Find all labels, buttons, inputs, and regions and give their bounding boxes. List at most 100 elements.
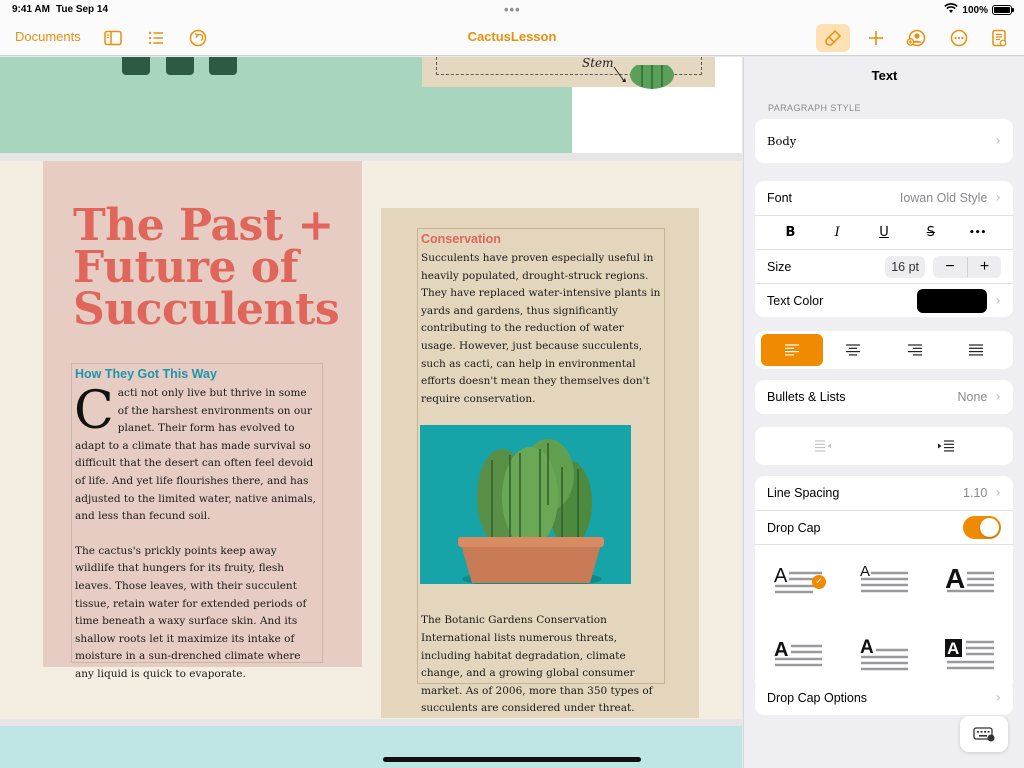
svg-text:A: A [947, 639, 959, 658]
inspector-title: Text [871, 68, 898, 83]
page-previous[interactable]: Stem [0, 57, 742, 153]
add-icon[interactable] [864, 26, 888, 50]
drop-cap-style-icon: A [860, 564, 908, 593]
size-increase-button[interactable]: + [967, 256, 1001, 277]
decrease-indent-button[interactable] [761, 430, 884, 462]
svg-text:A: A [945, 564, 965, 594]
text-color-swatch[interactable] [917, 288, 988, 313]
more-text-options-button[interactable]: ••• [954, 228, 1001, 238]
paragraph-style-card: Body › [755, 119, 1013, 163]
size-decrease-button[interactable]: − [933, 257, 967, 277]
drop-cap-style-icon: A [945, 638, 994, 669]
keyboard-toggle-button[interactable] [960, 716, 1008, 752]
chevron-right-icon: › [995, 485, 1001, 501]
plant-pot-shape [209, 57, 237, 75]
align-center-button[interactable] [823, 334, 885, 366]
drop-cap-style-3[interactable]: A [927, 545, 1013, 618]
cactus-photo[interactable] [420, 425, 631, 585]
bullets-lists-value: None [957, 390, 988, 404]
svg-text:A: A [774, 565, 788, 587]
justify-button[interactable] [946, 334, 1008, 366]
list-icon[interactable] [144, 26, 168, 50]
align-left-button[interactable] [761, 334, 823, 366]
size-value[interactable]: 16 pt [885, 255, 925, 278]
bold-button[interactable]: B [767, 225, 814, 240]
chevron-right-icon: › [995, 133, 1001, 149]
documents-button[interactable]: Documents [15, 29, 81, 44]
multitasking-dots-icon[interactable]: ••• [504, 2, 521, 17]
svg-text:A: A [860, 564, 870, 580]
drop-cap-options-card: Drop Cap Options › [755, 681, 1013, 715]
font-row[interactable]: Font Iowan Old Style › [755, 181, 1013, 215]
sidebar-toggle-icon[interactable] [101, 26, 125, 50]
strikethrough-button[interactable]: S [907, 225, 954, 240]
drop-cap-label: Drop Cap [767, 520, 821, 535]
svg-text:A: A [774, 639, 788, 661]
drop-cap-style-icon: A [774, 639, 822, 666]
keyboard-icon [973, 727, 995, 742]
undo-icon[interactable] [186, 26, 210, 50]
drop-cap-style-1[interactable]: A ✓ [755, 545, 841, 618]
document-setup-icon[interactable] [987, 26, 1011, 50]
status-bar: 9:41 AM Tue Sep 14 ••• 100% [0, 0, 1024, 20]
drop-cap-style-grid: A ✓ A A A A A [755, 544, 1013, 690]
chevron-right-icon: › [995, 292, 1001, 309]
status-time: 9:41 AM [12, 4, 50, 15]
paragraph-style-section-label: PARAGRAPH STYLE [768, 103, 861, 113]
drop-cap-style-icon: A [860, 637, 908, 670]
collaborate-icon[interactable] [904, 26, 928, 50]
text-color-row[interactable]: Text Color › [755, 283, 1013, 317]
chevron-right-icon: › [995, 690, 1001, 706]
text-box-history[interactable]: How They Got This Way C acti not only li… [71, 363, 323, 680]
chevron-right-icon: › [995, 389, 1001, 405]
bullets-lists-label: Bullets & Lists [767, 390, 846, 404]
increase-indent-button[interactable] [884, 430, 1007, 462]
line-spacing-drop-cap-card: Line Spacing 1.10 › Drop Cap A ✓ A A A A… [755, 476, 1013, 690]
cactus-illustration-icon [613, 65, 674, 89]
battery-percent: 100% [962, 4, 988, 16]
text-box-conservation[interactable]: Conservation Succulents have proven espe… [417, 228, 665, 714]
justify-icon [969, 344, 984, 356]
headline[interactable]: The Past + Future of Succulents [73, 204, 353, 332]
document-canvas[interactable]: Stem The Past + Future of Succulents How… [0, 57, 742, 768]
paragraph: Succulents have proven especially useful… [421, 252, 661, 405]
indent-card [755, 427, 1013, 465]
underline-button[interactable]: U [861, 225, 908, 240]
increase-indent-icon [937, 440, 954, 452]
bullets-card: Bullets & Lists None › [755, 380, 1013, 414]
line-spacing-label: Line Spacing [767, 486, 840, 500]
drop-cap-toggle[interactable] [963, 516, 1001, 539]
subheading-conservation: Conservation [421, 232, 501, 246]
drop-cap-style-icon: A [945, 564, 994, 594]
drop-cap-style-2[interactable]: A [841, 545, 927, 618]
subheading-history: How They Got This Way [75, 367, 217, 381]
selected-checkmark-icon: ✓ [812, 575, 826, 589]
more-options-icon[interactable] [947, 26, 971, 50]
drop-cap-style-6[interactable]: A [927, 618, 1013, 691]
home-indicator[interactable] [383, 757, 641, 762]
format-inspector-panel: Text PARAGRAPH STYLE Body › Font Iowan O… [743, 57, 1024, 768]
size-label: Size [767, 259, 792, 274]
line-spacing-row[interactable]: Line Spacing 1.10 › [755, 476, 1013, 510]
format-paintbrush-icon[interactable] [816, 24, 850, 52]
italic-button[interactable]: I [814, 225, 861, 240]
text-color-label: Text Color [767, 293, 824, 308]
chevron-right-icon: › [995, 190, 1001, 206]
stem-label: Stem [582, 57, 614, 70]
paragraph-style-row[interactable]: Body › [755, 119, 1013, 163]
paragraph: The cactus's prickly points keep away wi… [75, 544, 307, 680]
drop-cap-style-4[interactable]: A [755, 618, 841, 691]
align-center-icon [846, 344, 861, 356]
bullets-lists-row[interactable]: Bullets & Lists None › [755, 380, 1013, 414]
drop-cap-style-5[interactable]: A [841, 618, 927, 691]
drop-cap-options-row[interactable]: Drop Cap Options › [755, 681, 1013, 715]
wifi-icon [944, 3, 959, 17]
align-left-icon [784, 344, 799, 356]
status-date: Tue Sep 14 [56, 4, 109, 15]
align-right-button[interactable] [884, 334, 946, 366]
battery-icon [992, 5, 1014, 15]
drop-cap-options-label: Drop Cap Options [767, 691, 868, 705]
page-current[interactable]: The Past + Future of Succulents How They… [0, 161, 742, 719]
svg-text:A: A [860, 637, 874, 658]
plant-pot-shape [122, 57, 150, 75]
